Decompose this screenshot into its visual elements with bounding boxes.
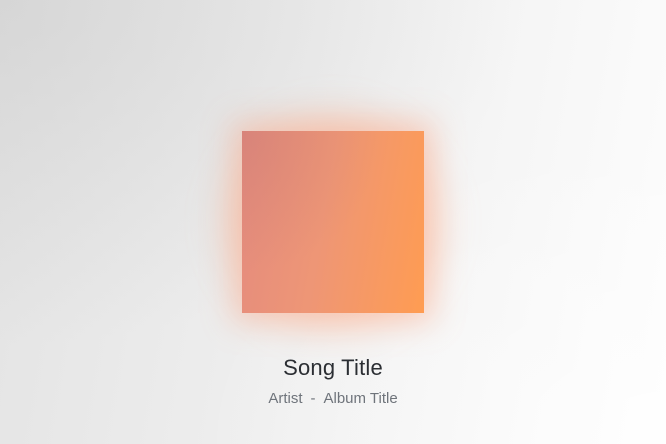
track-meta: Artist - Album Title <box>0 390 666 407</box>
artist-name[interactable]: Artist <box>268 390 302 407</box>
album-art[interactable] <box>242 131 424 313</box>
album-title[interactable]: Album Title <box>323 390 397 407</box>
meta-separator: - <box>310 390 316 407</box>
song-title: Song Title <box>283 355 383 380</box>
